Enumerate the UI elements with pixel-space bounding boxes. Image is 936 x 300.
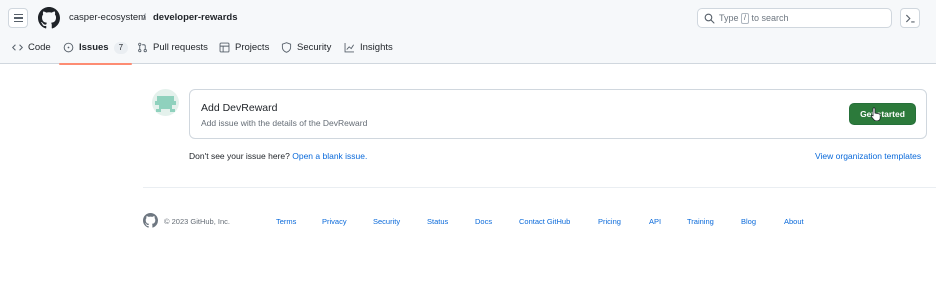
template-title: Add DevReward bbox=[201, 102, 278, 114]
code-icon bbox=[12, 44, 23, 51]
footer-copyright: © 2023 GitHub, Inc. bbox=[164, 217, 230, 226]
hamburger-line bbox=[13, 14, 23, 16]
github-logo-icon[interactable] bbox=[38, 7, 60, 29]
repo-tabs: Code Issues 7 Pull requests Projects Sec… bbox=[0, 37, 936, 65]
footer-link-about[interactable]: About bbox=[784, 217, 804, 226]
footer-link-status[interactable]: Status bbox=[427, 217, 448, 226]
footer-link-docs[interactable]: Docs bbox=[475, 217, 492, 226]
breadcrumb-repo[interactable]: developer-rewards bbox=[153, 12, 237, 23]
tab-label: Security bbox=[297, 42, 332, 53]
footer-link-terms[interactable]: Terms bbox=[276, 217, 296, 226]
template-description: Add issue with the details of the DevRew… bbox=[201, 118, 368, 128]
table-icon bbox=[219, 42, 230, 53]
github-footer-logo-icon[interactable] bbox=[143, 213, 158, 228]
tab-pull-requests[interactable]: Pull requests bbox=[137, 37, 208, 64]
avatar bbox=[152, 89, 179, 116]
view-organization-templates-link[interactable]: View organization templates bbox=[815, 151, 921, 161]
breadcrumb-separator: / bbox=[143, 12, 146, 23]
command-palette-button[interactable] bbox=[900, 8, 920, 28]
issues-count-badge: 7 bbox=[113, 42, 129, 54]
footer-link-privacy[interactable]: Privacy bbox=[322, 217, 347, 226]
footer-link-blog[interactable]: Blog bbox=[741, 217, 756, 226]
footer-divider bbox=[143, 187, 936, 188]
slash-key-hint: / bbox=[741, 13, 749, 24]
search-icon bbox=[704, 13, 715, 24]
tab-code[interactable]: Code bbox=[12, 37, 51, 64]
tab-label: Code bbox=[28, 42, 51, 53]
terminal-icon bbox=[905, 14, 915, 23]
blank-issue-prompt: Don't see your issue here? bbox=[189, 151, 290, 161]
hamburger-line bbox=[13, 17, 23, 19]
issue-opened-icon bbox=[63, 42, 74, 53]
tab-security[interactable]: Security bbox=[281, 37, 331, 64]
tab-label: Issues bbox=[79, 42, 109, 53]
pull-request-icon bbox=[138, 42, 147, 53]
blank-issue-line: Don't see your issue here? Open a blank … bbox=[189, 151, 367, 161]
shield-icon bbox=[281, 42, 292, 53]
search-placeholder: Type / to search bbox=[719, 13, 789, 24]
search-suffix: to search bbox=[751, 13, 789, 23]
mouse-cursor-icon bbox=[871, 107, 881, 121]
tab-label: Pull requests bbox=[153, 42, 208, 53]
repo-header: casper-ecosystem / developer-rewards Typ… bbox=[0, 0, 936, 65]
tab-label: Insights bbox=[360, 42, 393, 53]
get-started-button[interactable]: Get started bbox=[849, 103, 916, 125]
open-blank-issue-link[interactable]: Open a blank issue. bbox=[292, 151, 367, 161]
menu-button[interactable] bbox=[8, 8, 28, 28]
tab-label: Projects bbox=[235, 42, 270, 53]
graph-icon bbox=[344, 43, 355, 53]
footer-link-api[interactable]: API bbox=[649, 217, 661, 226]
footer-link-pricing[interactable]: Pricing bbox=[598, 217, 621, 226]
tab-insights[interactable]: Insights bbox=[344, 37, 393, 64]
footer-link-contact[interactable]: Contact GitHub bbox=[519, 217, 570, 226]
hamburger-line bbox=[13, 20, 23, 22]
breadcrumb-owner[interactable]: casper-ecosystem bbox=[69, 12, 146, 23]
footer-link-security[interactable]: Security bbox=[373, 217, 400, 226]
tab-issues[interactable]: Issues 7 bbox=[58, 37, 133, 65]
issue-template-card: Add DevReward Add issue with the details… bbox=[189, 89, 927, 139]
search-input[interactable]: Type / to search bbox=[697, 8, 892, 28]
search-prefix: Type bbox=[719, 13, 739, 23]
tab-projects[interactable]: Projects bbox=[219, 37, 269, 64]
footer-link-training[interactable]: Training bbox=[687, 217, 714, 226]
